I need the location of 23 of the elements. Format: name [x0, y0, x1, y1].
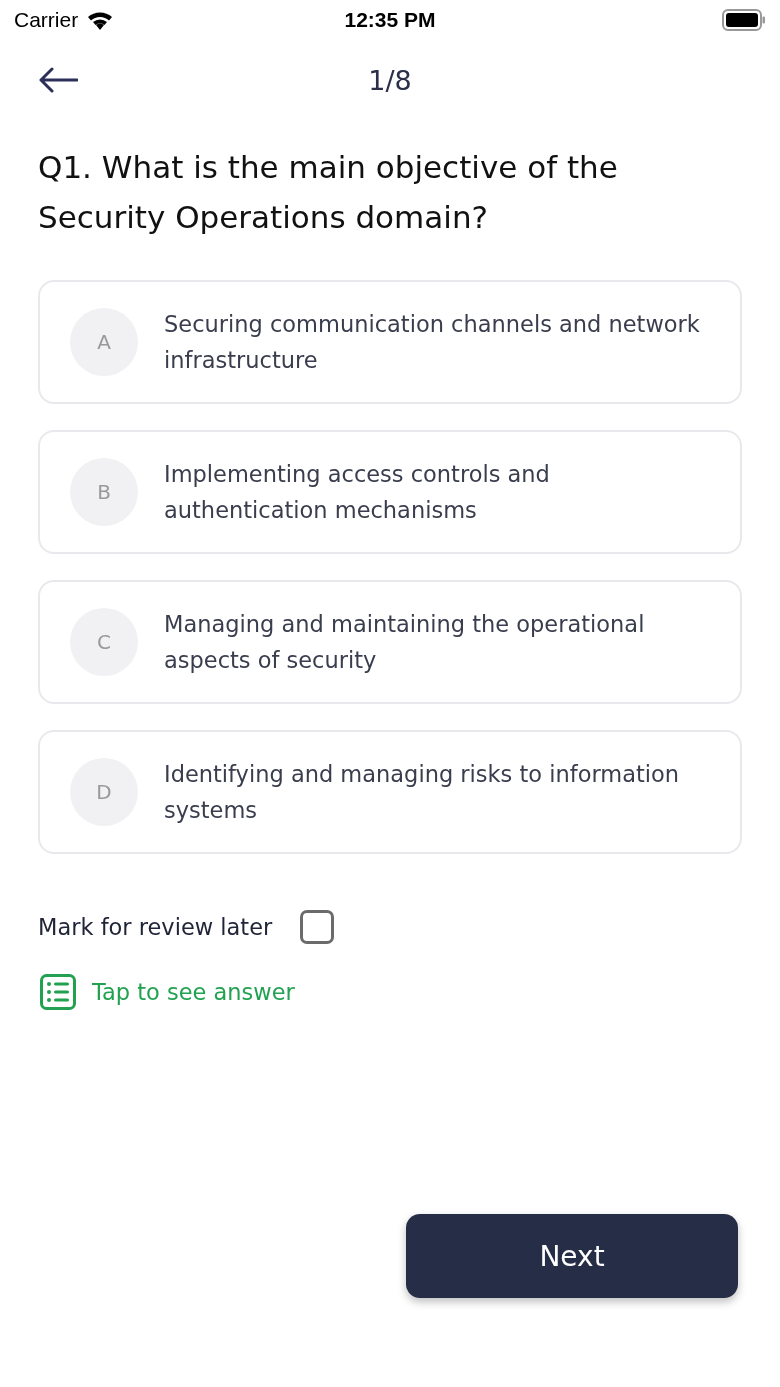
carrier-label: Carrier — [14, 8, 79, 32]
option-text: Identifying and managing risks to information systems — [164, 760, 681, 825]
answer-option[interactable]: A Securing communication channels and network infrastructure — [38, 280, 742, 404]
battery-icon — [722, 9, 766, 31]
next-button[interactable]: Next — [406, 1214, 738, 1298]
answer-option[interactable]: D Identifying and managing risks to information systems — [38, 730, 742, 854]
review-label: Mark for review later — [38, 914, 273, 940]
question-counter: 1/8 — [368, 64, 412, 96]
option-letter: A — [70, 308, 138, 376]
option-text: Managing and maintaining the operational aspects of security — [164, 610, 646, 675]
list-icon — [40, 974, 76, 1010]
option-letter: B — [70, 458, 138, 526]
option-text: Securing communication channels and network infrastructure — [164, 310, 701, 375]
option-letter: C — [70, 608, 138, 676]
answer-option[interactable]: B Implementing access controls and authentication mechanisms — [38, 430, 742, 554]
review-checkbox[interactable] — [300, 910, 335, 944]
wifi-icon — [86, 10, 115, 30]
clock-time: 12:35 PM — [344, 8, 436, 32]
option-text: Implementing access controls and authentication mechanisms — [164, 460, 551, 525]
back-button[interactable] — [38, 67, 78, 93]
option-letter: D — [70, 758, 138, 826]
question-text: Q1. What is the main objective of the Security Operations domain? — [38, 148, 619, 237]
answer-option[interactable]: C Managing and maintaining the operational aspects of security — [38, 580, 742, 704]
